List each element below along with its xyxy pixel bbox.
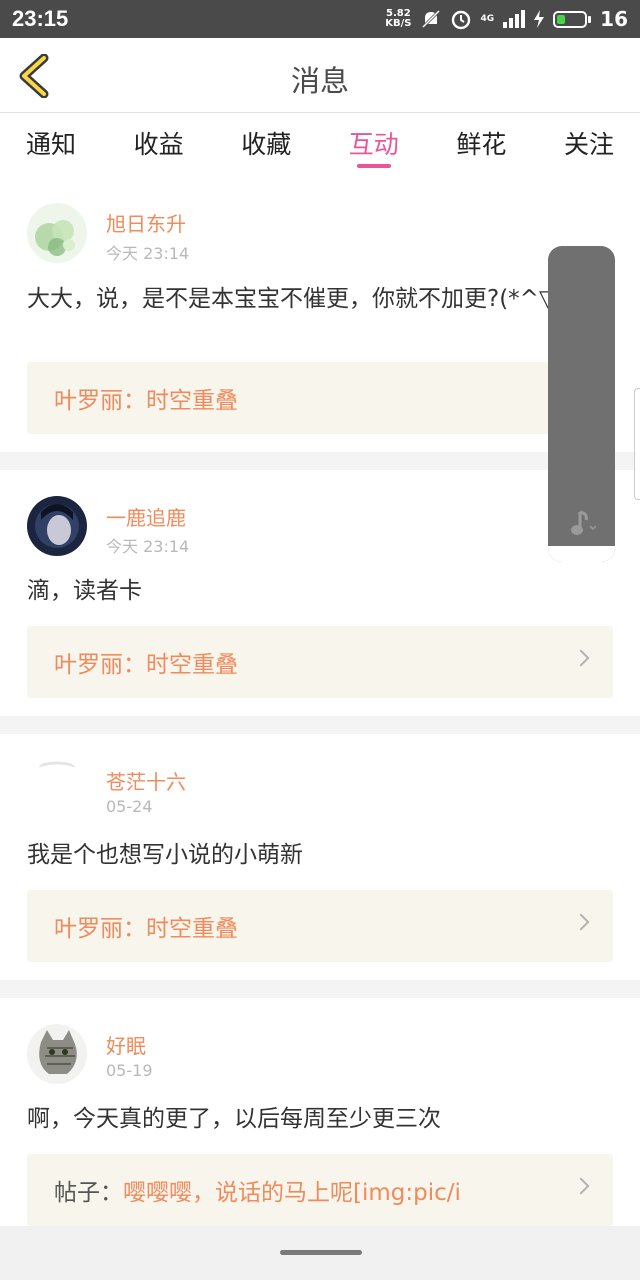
signal-icon [503, 10, 526, 28]
tab-flowers[interactable]: 鲜花 [456, 113, 506, 170]
reference-title: 叶罗丽：时空重叠 [54, 652, 238, 678]
username[interactable]: 苍茫十六 [106, 766, 186, 795]
side-drawer-handle[interactable] [634, 388, 640, 500]
avatar[interactable] [27, 760, 87, 820]
network-type: 4G [480, 13, 495, 24]
message-time: 05-24 [106, 797, 153, 816]
alarm-icon [451, 10, 470, 30]
home-indicator[interactable] [280, 1250, 362, 1255]
music-note-icon [571, 510, 596, 535]
reference-link[interactable]: 叶罗丽：时空重叠 [27, 890, 613, 962]
avatar[interactable] [27, 1024, 87, 1084]
reference-link[interactable]: 叶罗丽：时空重叠 [27, 626, 613, 698]
chevron-right-icon [572, 1177, 590, 1195]
reference-title: 嘤嘤嘤，说话的马上呢[img:pic/i [123, 1180, 461, 1206]
app-header: 消息 [0, 38, 640, 113]
message-card: 好眠 05-19 啊，今天真的更了，以后每周至少更三次 帖子： 嘤嘤嘤，说话的马… [0, 998, 640, 1244]
tab-bar: 通知 收益 收藏 互动 鲜花 关注 [0, 113, 640, 170]
avatar[interactable] [27, 203, 87, 263]
floating-music-widget[interactable] [548, 246, 615, 562]
reference-title: 叶罗丽：时空重叠 [54, 916, 238, 942]
avatar[interactable] [27, 496, 87, 556]
reference-title: 叶罗丽：时空重叠 [54, 388, 238, 414]
reference-link[interactable]: 叶罗丽：时空重叠 [27, 362, 613, 434]
message-content: 啊，今天真的更了，以后每周至少更三次 [27, 1106, 441, 1132]
message-list: 旭日东升 今天 23:14 大大，说，是不是本宝宝不催更，你就不加更?(*^▽^… [0, 170, 640, 1262]
page-title: 消息 [290, 64, 349, 98]
charging-icon [534, 10, 545, 28]
tab-favorites[interactable]: 收藏 [241, 113, 291, 170]
tab-interactions[interactable]: 互动 [349, 113, 399, 170]
tab-earnings[interactable]: 收益 [134, 113, 184, 170]
status-time: 23:15 [12, 6, 69, 31]
battery-icon [553, 10, 588, 28]
username[interactable]: 一鹿追鹿 [106, 502, 186, 531]
message-time: 今天 23:14 [106, 537, 190, 556]
message-card: 一鹿追鹿 今天 23:14 滴，读者卡 叶罗丽：时空重叠 [0, 470, 640, 716]
message-card: 旭日东升 今天 23:14 大大，说，是不是本宝宝不催更，你就不加更?(*^▽^… [0, 170, 640, 452]
chevron-right-icon [572, 913, 590, 931]
network-speed: 5.82 KB/S [385, 8, 412, 29]
chevron-right-icon [572, 649, 590, 667]
message-content: 大大，说，是不是本宝宝不催更，你就不加更?(*^▽^*) [27, 286, 597, 312]
tab-following[interactable]: 关注 [564, 113, 614, 170]
username[interactable]: 旭日东升 [106, 208, 186, 237]
message-card: 苍茫十六 05-24 我是个也想写小说的小萌新 叶罗丽：时空重叠 [0, 734, 640, 980]
tab-notifications[interactable]: 通知 [26, 113, 76, 170]
message-content: 我是个也想写小说的小萌新 [27, 842, 303, 868]
reference-link[interactable]: 帖子： 嘤嘤嘤，说话的马上呢[img:pic/i [27, 1154, 613, 1226]
status-icons: 5.82 KB/S 4G 16 [385, 7, 628, 31]
battery-level: 16 [600, 7, 628, 31]
message-time: 今天 23:14 [106, 244, 190, 263]
message-content: 滴，读者卡 [27, 578, 142, 604]
status-bar: 23:15 5.82 KB/S 4G 16 [0, 0, 640, 38]
notifications-off-icon [421, 9, 440, 29]
message-time: 05-19 [106, 1061, 153, 1080]
username[interactable]: 好眠 [106, 1030, 146, 1059]
